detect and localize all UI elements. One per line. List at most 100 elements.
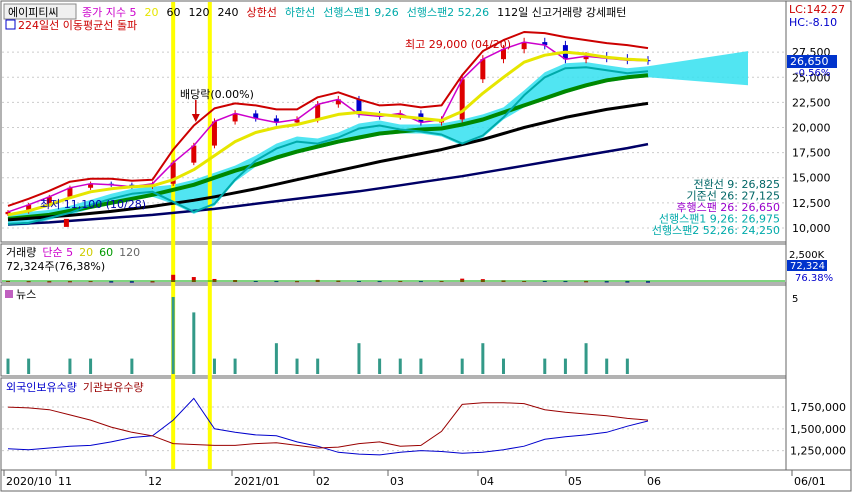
date-label: 12	[148, 475, 162, 488]
low-marker-icon	[63, 218, 69, 227]
volume-bar	[129, 281, 134, 283]
news-bar	[563, 358, 567, 374]
news-bar	[605, 358, 609, 374]
stock-chart[interactable]: 에이피티씨 종가 지수 5 20 60 120 240 상한선 하한선 선행스팬1 9,26 선…	[0, 0, 852, 492]
news-bar	[274, 343, 278, 374]
stock-name: 에이피티씨	[8, 6, 59, 19]
news-icon	[5, 290, 13, 298]
date-label: 2020/10	[6, 475, 52, 488]
date-label: 05	[568, 475, 582, 488]
candle-body	[315, 104, 321, 120]
news-bar	[481, 343, 485, 374]
date-label: 2021/01	[234, 475, 280, 488]
news-bar	[233, 358, 237, 374]
date-label: 11	[58, 475, 72, 488]
news-bar	[543, 358, 547, 374]
volume-bar	[646, 281, 650, 283]
legend-item: 112일 신고거래량 강세패턴	[497, 5, 626, 19]
legend-item: 거래량	[6, 246, 36, 259]
news-bar	[130, 358, 134, 374]
legend-item: 60	[99, 246, 113, 259]
news-bar	[357, 343, 361, 374]
holdings-tick-label: 1,500,000	[790, 423, 846, 436]
date-label: 02	[316, 475, 330, 488]
news-bar	[212, 358, 216, 374]
legend-item: 상한선	[246, 6, 276, 19]
news-bar	[625, 358, 629, 374]
stock-name-box[interactable]: 에이피티씨	[3, 3, 77, 20]
signal-text: 224일선 이동평균선 돌파	[18, 18, 137, 32]
news-bar	[501, 358, 505, 374]
legend-item: 120	[119, 246, 140, 259]
candle-body	[191, 145, 197, 163]
legend-item: 종가 지수 5	[82, 6, 136, 19]
news-bar	[584, 343, 588, 374]
price-tick-label: 10,000	[792, 222, 831, 235]
news-title: 뉴스	[16, 288, 36, 301]
price-tick-label: 22,500	[792, 96, 831, 109]
volume-bar	[109, 281, 114, 283]
legend-item: 단순 5	[42, 246, 73, 259]
low-annotation: 최저 11,100 (10/28)	[40, 198, 146, 211]
news-bar	[378, 358, 382, 374]
holdings-tick-label: 1,250,000	[790, 445, 846, 458]
signal-checkbox[interactable]	[5, 19, 16, 30]
news-bar	[27, 358, 31, 374]
chart-window: 에이피티씨 종가 지수 5 20 60 120 240 상한선 하한선 선행스팬1 9,26 선…	[0, 0, 852, 492]
price-tick-label: 12,500	[792, 197, 831, 210]
lc-value: LC:142.27	[789, 3, 845, 16]
legend-item: 외국인보유수량	[6, 381, 77, 394]
date-label: 06	[647, 475, 661, 488]
current-change: -0.56%	[795, 68, 830, 79]
news-bar	[68, 358, 72, 374]
legend-item: 120	[188, 6, 209, 19]
price-tick-label: 15,000	[792, 172, 831, 185]
news-bar	[192, 312, 196, 374]
news-bar	[419, 358, 423, 374]
holdings-legend: 외국인보유수량 기관보유수량	[6, 381, 144, 394]
holdings-tick-label: 1,750,000	[790, 401, 846, 414]
candle-body	[480, 59, 486, 80]
date-label: 04	[480, 475, 494, 488]
news-panel[interactable]	[0, 284, 787, 377]
price-tick-label: 17,500	[792, 147, 831, 160]
legend-item: 선행스팬2 52,26	[407, 6, 489, 19]
holdings-axis-ticks: 1,750,000 1,500,000 1,250,000	[790, 401, 846, 458]
news-axis-top: 5	[792, 294, 798, 305]
current-price: 26,650	[790, 55, 829, 68]
legend-item: 20	[79, 246, 93, 259]
legend-item: 240	[217, 6, 238, 19]
volume-legend: 거래량 단순 5 20 60 120	[6, 246, 140, 259]
news-bar	[6, 358, 10, 374]
highlight-band	[207, 2, 212, 469]
volume-bar	[212, 278, 217, 282]
hc-value: HC:-8.10	[789, 16, 837, 29]
candle-body	[211, 121, 217, 146]
volume-axis-top: 2,500K	[789, 250, 825, 261]
date-label: 03	[390, 475, 404, 488]
news-bar	[398, 358, 402, 374]
legend-item: 기관보유수량	[83, 381, 144, 394]
date-axis-area	[0, 469, 852, 492]
ichimoku-value: 선행스팬2 52,26: 24,250	[652, 224, 780, 237]
legend-item: 하한선	[285, 5, 315, 19]
legend-item: 선행스팬1 9,26	[323, 6, 398, 19]
news-bar	[316, 358, 320, 374]
news-bar	[89, 358, 93, 374]
volume-current: 72,324	[790, 261, 825, 272]
dividend-annotation: 배당락(0.00%)	[180, 88, 254, 101]
current-price-box: 26,650 -0.56%	[787, 55, 837, 79]
highlight-band	[171, 2, 176, 469]
date-label: 06/01	[794, 475, 826, 488]
volume-value: 72,324주(76,38%)	[6, 260, 105, 273]
price-tick-label: 20,000	[792, 121, 831, 134]
legend-item: 20	[144, 6, 158, 19]
news-bar	[295, 358, 299, 374]
news-bar	[460, 358, 464, 374]
low-marker	[63, 218, 69, 227]
news-bar	[171, 297, 175, 374]
high-annotation: 최고 29,000 (04/20)	[405, 38, 511, 51]
volume-bar	[625, 281, 630, 283]
volume-pct: 76.38%	[795, 273, 833, 284]
legend-item: 60	[166, 6, 180, 19]
